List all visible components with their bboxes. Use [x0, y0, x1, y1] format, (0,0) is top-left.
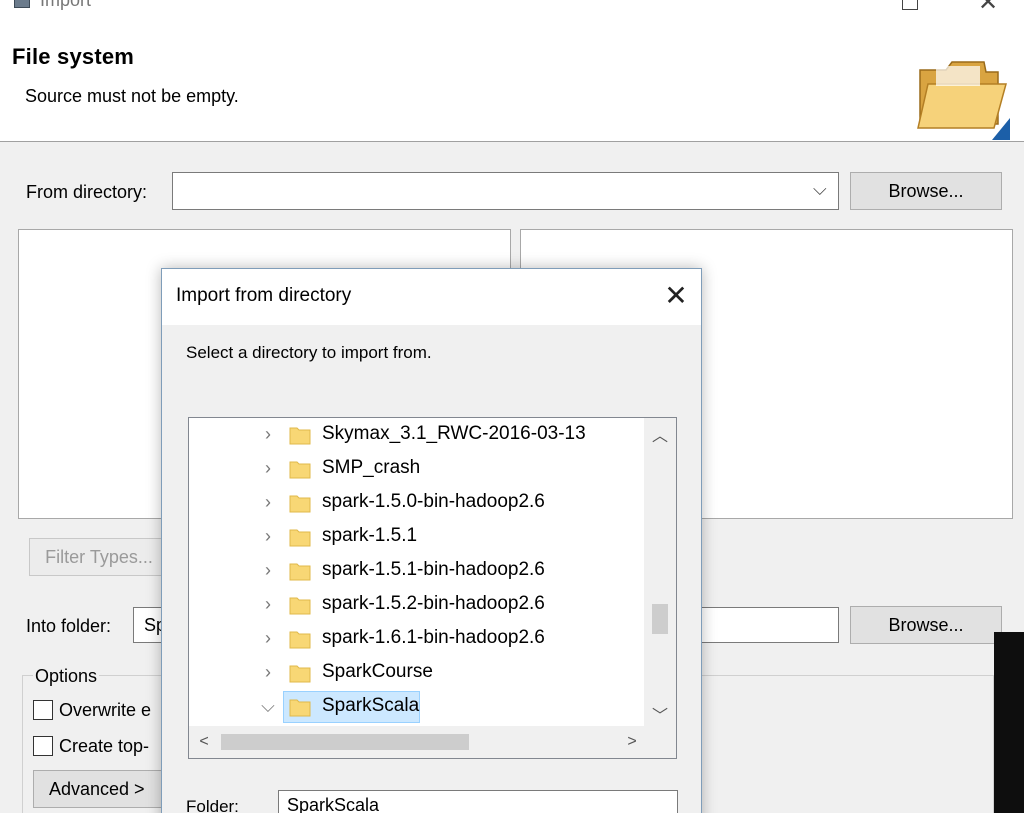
chevron-down-icon[interactable]: ⌵ — [259, 694, 277, 718]
folder-icon — [289, 631, 311, 649]
tree-item[interactable]: › spark-1.5.2-bin-hadoop2.6 — [189, 588, 644, 622]
folder-icon — [289, 699, 311, 717]
folder-icon — [289, 461, 311, 479]
wizard-header: File system Source must not be empty. — [0, 14, 1024, 142]
options-label: Options — [33, 666, 100, 687]
close-window-icon[interactable]: ✕ — [978, 0, 998, 14]
tree-item-label: SparkCourse — [322, 661, 433, 682]
chevron-right-icon[interactable]: › — [259, 626, 277, 650]
scroll-down-icon[interactable]: ﹀ — [644, 702, 676, 725]
maximize-icon[interactable] — [902, 0, 918, 10]
tree-item-label: SMP_crash — [322, 457, 421, 478]
tree-item[interactable]: › spark-1.5.0-bin-hadoop2.6 — [189, 486, 644, 520]
chevron-right-icon[interactable]: › — [259, 558, 277, 582]
folder-icon — [289, 427, 311, 445]
chevron-right-icon[interactable]: › — [259, 490, 277, 514]
folder-icon — [289, 563, 311, 581]
directory-tree[interactable]: › Skymax_3.1_RWC-2016-03-13 › SMP_crash › spa… — [188, 417, 677, 759]
scroll-right-icon[interactable]: > — [621, 730, 643, 754]
page-title: File system — [12, 44, 135, 69]
from-directory-label: From directory: — [26, 182, 148, 202]
app-icon — [14, 0, 30, 8]
horizontal-scrollbar[interactable]: < > — [189, 726, 676, 758]
filter-types-button[interactable]: Filter Types... — [29, 538, 169, 576]
folder-input[interactable]: SparkScala — [278, 790, 678, 813]
header-message: Source must not be empty. — [25, 86, 239, 106]
video-overlay-bar — [994, 632, 1024, 813]
tree-item[interactable]: ⌵ SparkScala — [189, 690, 644, 724]
create-top-checkbox[interactable] — [33, 736, 53, 756]
chevron-right-icon[interactable]: › — [259, 422, 277, 446]
advanced-button[interactable]: Advanced > — [33, 770, 173, 808]
tree-item-label: spark-1.5.1 — [322, 525, 418, 546]
tree-item[interactable]: › Skymax_3.1_RWC-2016-03-13 — [189, 418, 644, 452]
dialog-titlebar: Import from directory ✕ — [162, 269, 701, 325]
tree-item[interactable]: › SMP_crash — [189, 452, 644, 486]
folder-icon — [289, 495, 311, 513]
chevron-right-icon[interactable]: › — [259, 524, 277, 548]
overwrite-checkbox[interactable] — [33, 700, 53, 720]
folder-banner-icon — [917, 61, 1010, 140]
chevron-down-icon[interactable]: ⌵ — [813, 179, 827, 200]
tree-item[interactable]: › spark-1.6.1-bin-hadoop2.6 — [189, 622, 644, 656]
folder-label: Folder: — [186, 797, 239, 813]
tree-rows: › Skymax_3.1_RWC-2016-03-13 › SMP_crash › spa… — [189, 418, 644, 726]
vertical-scrollbar[interactable]: ︿ ﹀ — [644, 418, 676, 726]
vertical-scroll-thumb[interactable] — [652, 604, 668, 634]
tree-item-label: Skymax_3.1_RWC-2016-03-13 — [322, 423, 586, 444]
folder-icon — [289, 665, 311, 683]
folder-icon — [289, 597, 311, 615]
tree-item-label: SparkScala — [322, 695, 420, 716]
scroll-corner — [644, 726, 676, 758]
chevron-right-icon[interactable]: › — [259, 660, 277, 684]
dialog-instruction: Select a directory to import from. — [186, 343, 432, 362]
tree-item-label: spark-1.5.1-bin-hadoop2.6 — [322, 559, 545, 580]
tree-item[interactable]: › SparkCourse — [189, 656, 644, 690]
window-titlebar: Import ✕ — [0, 0, 1024, 14]
scroll-up-icon[interactable]: ︿ — [644, 422, 676, 445]
chevron-right-icon[interactable]: › — [259, 456, 277, 480]
dialog-title: Import from directory — [176, 285, 352, 306]
create-top-label: Create top- — [59, 736, 150, 756]
import-directory-dialog: Import from directory ✕ Select a directo… — [161, 268, 702, 813]
overwrite-label: Overwrite e — [59, 700, 152, 720]
horizontal-scroll-thumb[interactable] — [221, 734, 469, 750]
scroll-left-icon[interactable]: < — [193, 730, 215, 754]
browse-button[interactable]: Browse... — [850, 172, 1002, 210]
dialog-close-button[interactable]: ✕ — [656, 277, 696, 317]
from-directory-combo[interactable]: ⌵ — [172, 172, 839, 210]
chevron-right-icon[interactable]: › — [259, 592, 277, 616]
tree-item-label: spark-1.5.0-bin-hadoop2.6 — [322, 491, 545, 512]
tree-item-label: spark-1.5.2-bin-hadoop2.6 — [322, 593, 545, 614]
folder-icon — [289, 529, 311, 547]
tree-item[interactable]: › spark-1.5.1-bin-hadoop2.6 — [189, 554, 644, 588]
into-folder-browse-button[interactable]: Browse... — [850, 606, 1002, 644]
into-folder-label: Into folder: — [26, 616, 112, 636]
tree-item[interactable]: › spark-1.5.1 — [189, 520, 644, 554]
window-title: Import — [40, 0, 92, 10]
tree-item-label: spark-1.6.1-bin-hadoop2.6 — [322, 627, 545, 648]
